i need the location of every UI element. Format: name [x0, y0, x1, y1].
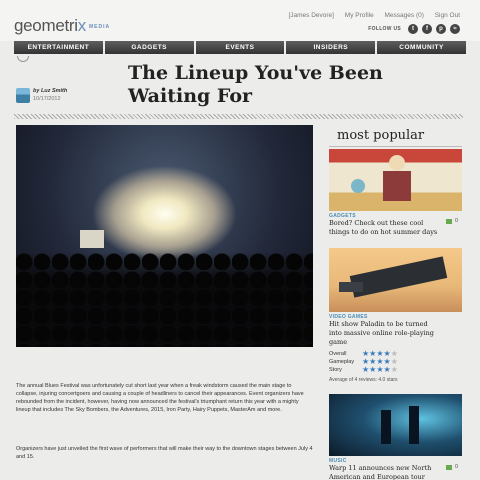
- stage-screen: [80, 230, 104, 248]
- nav-events[interactable]: EVENTS: [195, 41, 285, 54]
- comment-icon: [445, 218, 452, 224]
- messages-link[interactable]: Messages (0): [385, 12, 424, 19]
- rating-row: Story ★★★★ ★: [329, 365, 398, 374]
- rating-block: Overall ★★★★ ★ Gameplay ★★★★ ★ Story ★★★★ ★: [329, 350, 462, 374]
- rating-label: Overall: [329, 351, 347, 357]
- comment-icon: [445, 464, 452, 470]
- article-hero-image: [16, 125, 313, 347]
- follow-us: FOLLOW US t f p ≈: [368, 24, 460, 34]
- nav-gadgets[interactable]: GADGETS: [104, 41, 194, 54]
- popular-item-1[interactable]: GADGETS Bored? Check out these cool thin…: [329, 146, 462, 237]
- rating-summary: Average of 4 reviews: 4.0 stars: [329, 377, 398, 383]
- popular-headline[interactable]: Hit show Paladin to be turned into massi…: [329, 320, 439, 347]
- divider: [14, 114, 463, 119]
- author-avatar: [16, 88, 30, 103]
- popular-thumb-game: [329, 248, 462, 312]
- article-title: The Lineup You've Been Waiting For: [128, 62, 383, 107]
- facebook-icon[interactable]: f: [422, 24, 432, 34]
- article-paragraph-1: The annual Blues Festival was unfortunat…: [16, 383, 304, 413]
- my-profile-link[interactable]: My Profile: [345, 12, 374, 19]
- most-popular-heading: most popular: [337, 128, 425, 143]
- crowd-silhouette: [16, 252, 313, 347]
- logo-x: x: [77, 16, 87, 35]
- main-nav: ENTERTAINMENT GADGETS EVENTS INSIDERS CO…: [14, 41, 466, 54]
- comment-count-value: 0: [454, 464, 458, 470]
- nav-insiders[interactable]: INSIDERS: [286, 41, 376, 54]
- popular-item-2[interactable]: VIDEO GAMES Hit show Paladin to be turne…: [329, 248, 462, 383]
- follow-label: FOLLOW US: [368, 26, 401, 32]
- twitter-icon[interactable]: t: [408, 24, 418, 34]
- article-paragraph-2: Organizers have just unveiled the first …: [16, 446, 313, 460]
- rating-label: Gameplay: [329, 359, 355, 365]
- logo-text: geometri: [14, 16, 78, 35]
- comment-count[interactable]: 0: [445, 218, 458, 224]
- popular-thumb-illustration: [329, 149, 462, 211]
- user-links: [James Devore] My Profile Messages (0) S…: [279, 12, 460, 19]
- popular-thumb-concert: [329, 394, 462, 456]
- article-author[interactable]: by Luz Smith: [33, 88, 67, 94]
- popular-headline[interactable]: Bored? Check out these cool things to do…: [329, 219, 439, 237]
- logo-subtitle: MEDIA: [88, 23, 111, 30]
- nav-hanger-icon: [17, 56, 29, 62]
- site-logo[interactable]: geometrix MEDIA: [14, 16, 110, 36]
- nav-community[interactable]: COMMUNITY: [377, 41, 466, 54]
- popular-headline[interactable]: Warp 11 announces new North American and…: [329, 464, 439, 480]
- user-name-link[interactable]: [James Devore]: [288, 12, 334, 19]
- sidebar-rule: [329, 146, 462, 147]
- rating-label: Story: [329, 367, 342, 373]
- pinterest-icon[interactable]: p: [436, 24, 446, 34]
- article-date: 10/17/2012: [33, 96, 61, 102]
- site-header: geometrix MEDIA [James Devore] My Profile…: [0, 0, 480, 41]
- popular-item-3[interactable]: MUSIC Warp 11 announces new North Americ…: [329, 394, 462, 480]
- rss-icon[interactable]: ≈: [450, 24, 460, 34]
- comment-count[interactable]: 0: [445, 464, 458, 470]
- nav-entertainment[interactable]: ENTERTAINMENT: [14, 41, 103, 54]
- comment-count-value: 0: [454, 218, 458, 224]
- sign-out-link[interactable]: Sign Out: [435, 12, 460, 19]
